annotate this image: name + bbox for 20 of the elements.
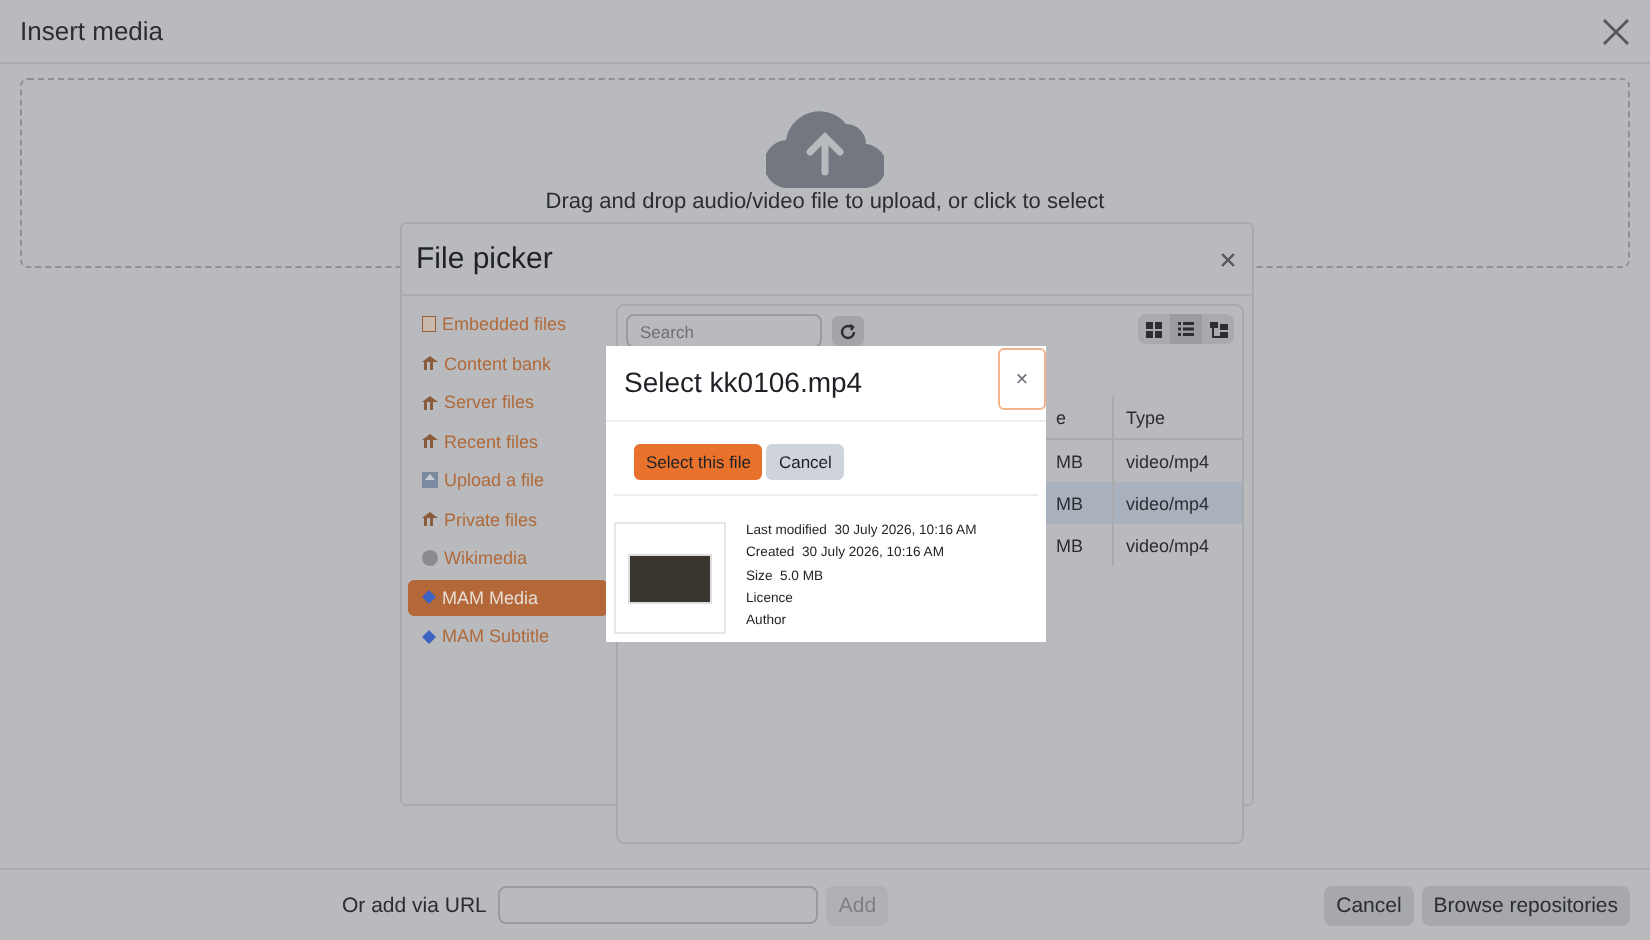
repository-label: Recent files — [444, 431, 539, 452]
repository-label: MAM Media — [442, 587, 539, 608]
url-label: Or add via URL — [342, 893, 487, 917]
repository-label: Server files — [444, 392, 535, 413]
column-header: Type — [1112, 396, 1242, 438]
repository-label: Wikimedia — [444, 548, 528, 569]
dropzone-text: Drag and drop audio/video file to upload, or click to select — [545, 190, 1105, 214]
select-dialog-title: Select kk0106.mp4 — [622, 364, 863, 398]
repository-label: Upload a file — [444, 470, 545, 491]
table-cell-text: MB — [1056, 493, 1085, 513]
column-header: e — [1056, 407, 1069, 427]
repository-label: Private files — [444, 509, 538, 530]
repository-label: Content bank — [444, 353, 552, 374]
table-cell-text: MB — [1056, 451, 1085, 471]
table-cell: video/mp4 — [1112, 482, 1242, 524]
table-cell-text: MB — [1056, 535, 1085, 555]
dialog-title: Insert media — [20, 16, 164, 46]
repository-label: Embedded files — [442, 314, 567, 335]
repository-label: MAM Subtitle — [442, 626, 550, 647]
table-cell: video/mp4 — [1112, 524, 1242, 566]
